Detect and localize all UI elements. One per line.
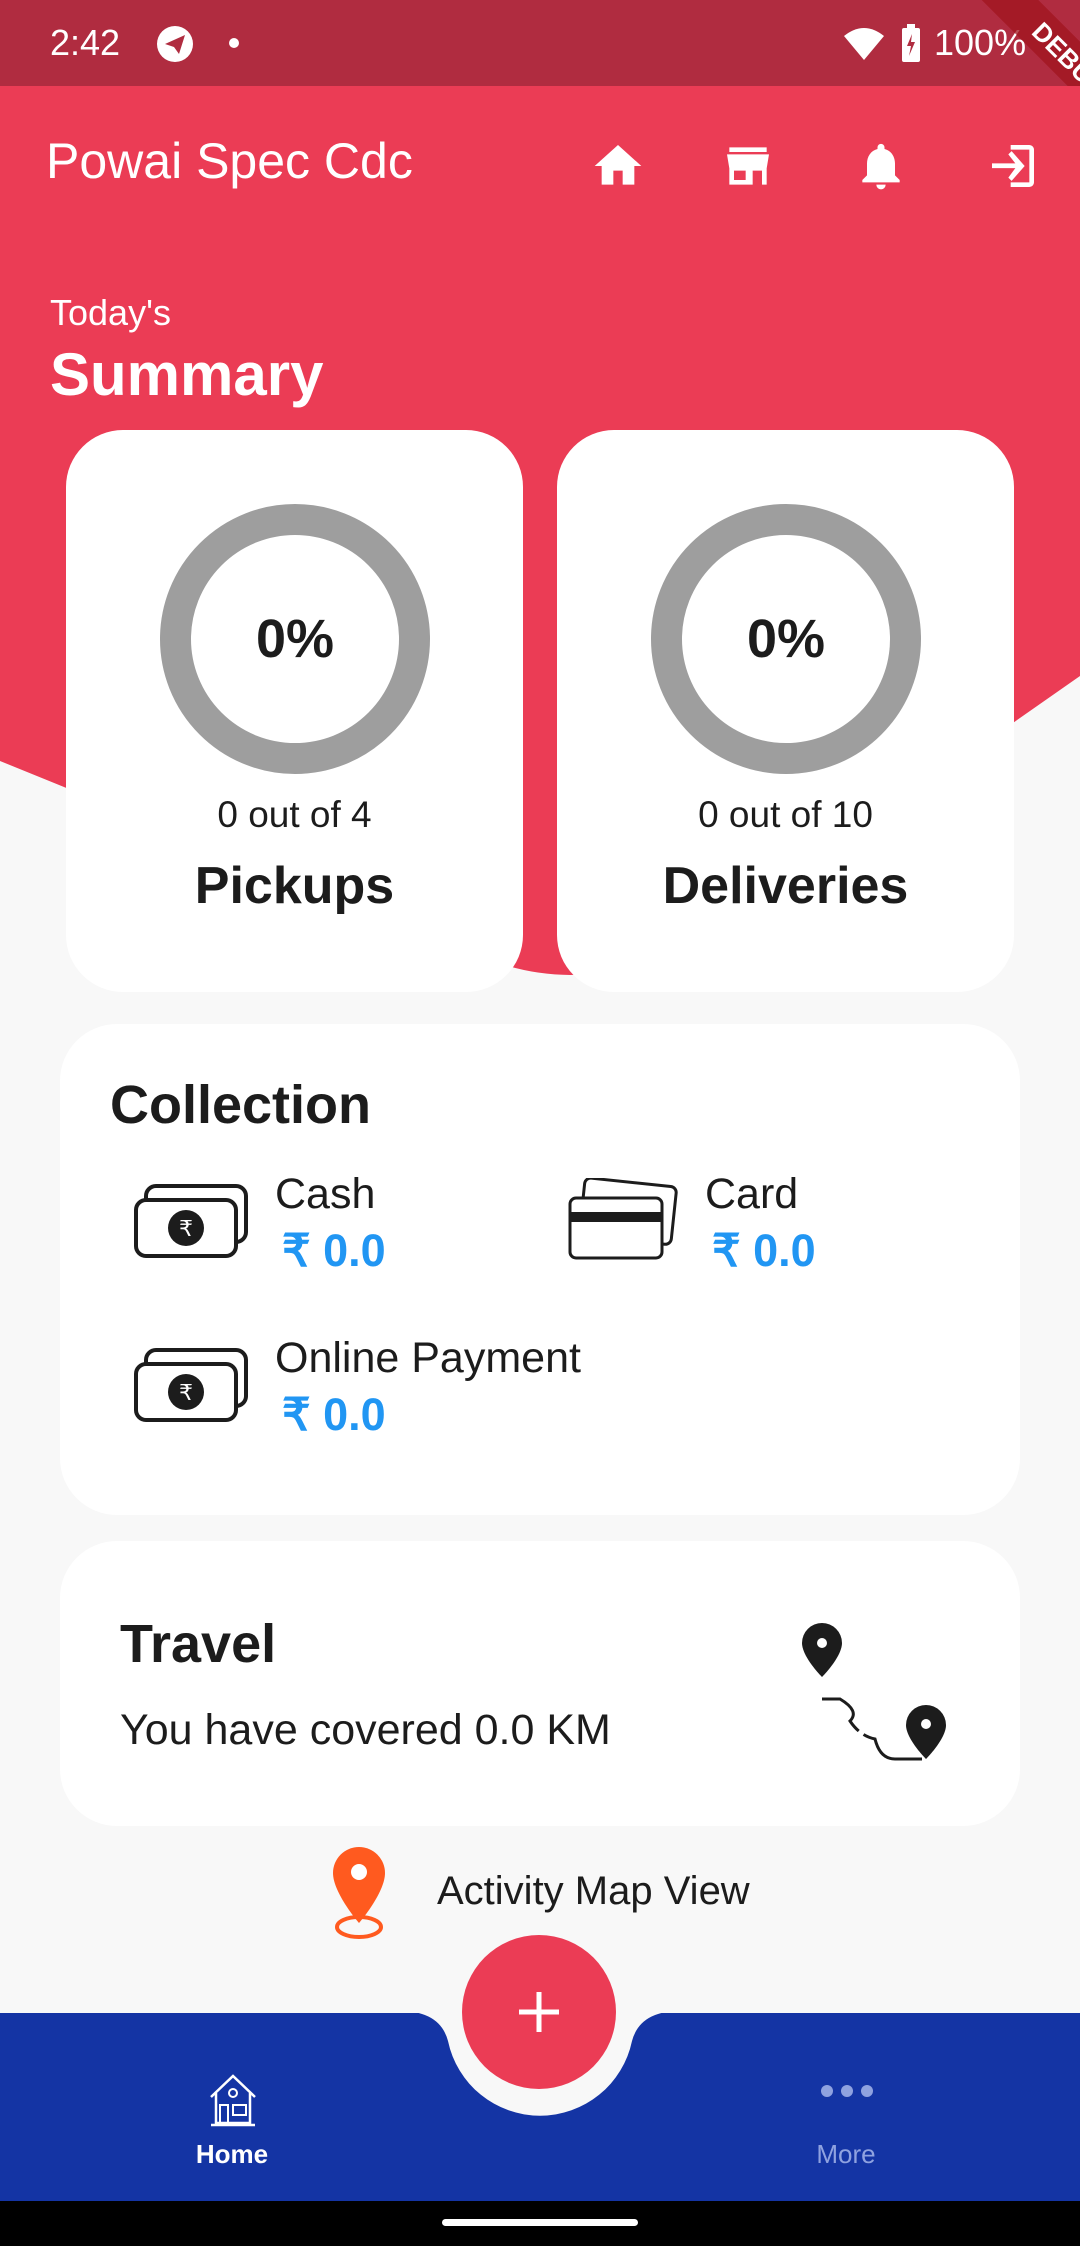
online-payment-label: Online Payment [275, 1334, 581, 1382]
wifi-icon [844, 28, 884, 60]
deliveries-count: 0 out of 10 [698, 794, 873, 835]
summary-title: Summary [50, 341, 324, 408]
nav-home[interactable]: Home [132, 2053, 332, 2193]
svg-text:₹: ₹ [179, 1217, 193, 1242]
telegram-icon [157, 26, 193, 62]
deliveries-card[interactable]: 0% 0 out of 10 Deliveries [557, 430, 1014, 992]
home-outline-icon [210, 2074, 256, 2127]
route-icon [802, 1623, 946, 1761]
activity-map-label: Activity Map View [437, 1869, 750, 1913]
cash-label: Cash [275, 1170, 376, 1218]
notification-dot-icon [229, 38, 239, 48]
system-nav-bar [0, 2201, 1080, 2246]
card-value: ₹ 0.0 [712, 1225, 816, 1276]
logout-icon[interactable] [985, 138, 1041, 194]
online-payment-icon: ₹ [134, 1348, 248, 1422]
online-payment-value: ₹ 0.0 [282, 1389, 386, 1440]
collection-title: Collection [110, 1075, 372, 1135]
location-pin-icon [333, 1847, 385, 1939]
pickups-progress-ring: 0% [160, 504, 430, 774]
home-icon[interactable] [590, 138, 646, 194]
pickups-percent: 0% [255, 609, 335, 669]
plus-icon [519, 1992, 559, 2032]
svg-text:₹: ₹ [179, 1381, 193, 1406]
pickups-label: Pickups [194, 857, 395, 915]
app-title: Powai Spec Cdc [46, 133, 413, 189]
deliveries-progress-ring: 0% [651, 504, 921, 774]
card-label: Card [705, 1170, 799, 1218]
more-dots-icon [821, 2085, 873, 2097]
cash-value: ₹ 0.0 [282, 1225, 386, 1276]
status-time: 2:42 [50, 22, 121, 63]
pickups-count: 0 out of 4 [217, 794, 372, 835]
travel-title: Travel [120, 1614, 277, 1674]
deliveries-percent: 0% [746, 609, 826, 669]
activity-map-link[interactable]: Activity Map View [330, 1845, 810, 1945]
pickups-card[interactable]: 0% 0 out of 4 Pickups [66, 430, 523, 992]
bell-icon[interactable] [853, 138, 909, 194]
collection-card: Collection ₹ Cash ₹ 0.0 Card ₹ 0.0 ₹ Onl… [60, 1024, 1020, 1515]
summary-subtitle: Today's [50, 292, 171, 333]
battery-icon [902, 24, 920, 62]
home-gesture-pill[interactable] [442, 2219, 638, 2226]
nav-home-label: Home [195, 2139, 269, 2169]
status-bar: 2:42 100% DEBUG [0, 0, 1080, 159]
nav-more-label: More [816, 2139, 876, 2169]
travel-distance: You have covered 0.0 KM [120, 1706, 611, 1754]
store-icon[interactable] [720, 138, 776, 194]
cash-icon: ₹ [134, 1184, 248, 1258]
nav-more[interactable]: More [746, 2053, 946, 2193]
deliveries-label: Deliveries [662, 857, 909, 915]
add-fab-button[interactable] [462, 1935, 616, 2089]
card-icon [568, 1178, 678, 1260]
travel-card[interactable]: Travel You have covered 0.0 KM [60, 1541, 1020, 1826]
